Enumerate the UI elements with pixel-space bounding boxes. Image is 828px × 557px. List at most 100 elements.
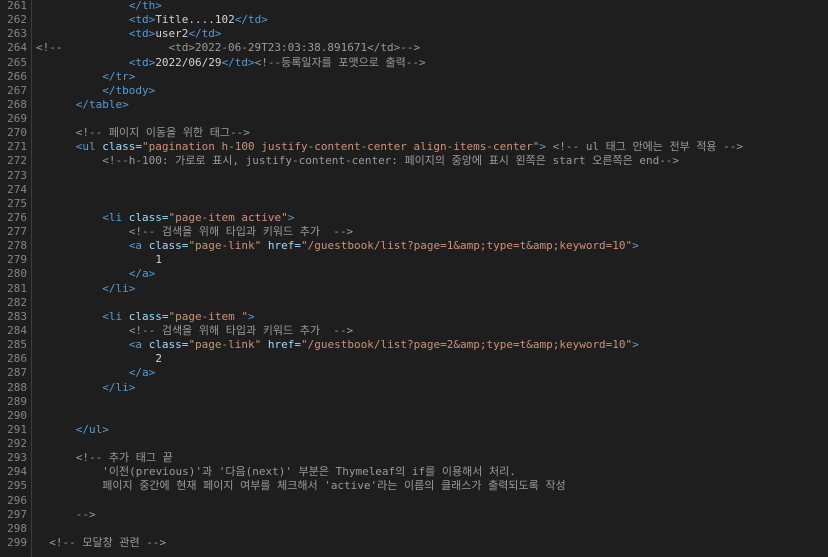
line-number: 272 [7, 154, 27, 168]
code-line[interactable]: 287 </a> [0, 366, 828, 380]
code-line[interactable]: 290 [0, 409, 828, 423]
code-line[interactable]: 299 <!-- 모달창 관련 --> [0, 536, 828, 550]
line-number: 281 [7, 281, 27, 295]
code-text: <li class="page-item "> [102, 310, 254, 324]
code-token: <li [102, 210, 129, 224]
code-token: <!-- 페이지 이동을 위한 태그--> [75, 126, 250, 140]
code-line[interactable]: 277 <!-- 검색을 위해 타입과 키워드 추가 --> [0, 225, 828, 239]
line-number: 267 [7, 83, 27, 97]
code-line[interactable]: 276 <li class="page-item active"> [0, 211, 828, 225]
code-line[interactable]: 274 [0, 183, 828, 197]
code-line[interactable]: 291 </ul> [0, 423, 828, 437]
code-token: </li> [102, 281, 136, 295]
code-line[interactable]: 284 <!-- 검색을 위해 타입과 키워드 추가 --> [0, 324, 828, 338]
code-token: class= [128, 309, 169, 323]
code-text: <ul class="pagination h-100 justify-cont… [76, 140, 743, 154]
code-text: </a> [129, 267, 156, 281]
code-token: "page-item " [168, 309, 249, 323]
line-number: 299 [7, 535, 27, 549]
line-number: 279 [7, 253, 27, 267]
code-line[interactable]: 281 </li> [0, 282, 828, 296]
code-text: <a class="page-link" href="/guestbook/li… [129, 239, 639, 253]
code-token: </tbody> [102, 83, 156, 97]
code-token: 2022/06/29 [155, 55, 222, 69]
code-line[interactable]: 294 '이전(previous)'과 '다음(next)' 부분은 Thymel… [0, 465, 828, 479]
code-token: class= [148, 338, 189, 352]
code-line[interactable]: 293 <!-- 추가 태그 끝 [0, 451, 828, 465]
code-line[interactable]: 264 <!-- <td>2022-06-29T23:03:38.891671</… [0, 41, 828, 55]
code-text: <!-- 검색을 위해 타입과 키워드 추가 --> [129, 225, 353, 239]
code-token: <a [128, 338, 149, 352]
line-number: 286 [7, 352, 27, 366]
line-number: 264 [7, 41, 27, 55]
code-token: </td> [188, 27, 222, 41]
line-number: 269 [7, 112, 27, 126]
code-token: --> [75, 507, 96, 521]
line-number: 293 [7, 451, 27, 465]
code-text: <!-- <td>2022-06-29T23:03:38.891671</td>… [36, 41, 420, 55]
code-line[interactable]: 261 </th> [0, 0, 828, 13]
code-line[interactable]: 268 </table> [0, 98, 828, 112]
line-number: 278 [7, 239, 27, 253]
code-line[interactable]: 262 <td>Title....102</td> [0, 13, 828, 27]
line-number: 287 [7, 366, 27, 380]
line-number: 284 [7, 323, 27, 337]
code-line[interactable]: 288 </li> [0, 381, 828, 395]
code-token: <!-- 검색을 위해 타입과 키워드 추가 --> [128, 323, 354, 337]
code-line[interactable]: 263 <td>user2</td> [0, 27, 828, 41]
code-line[interactable]: 282 [0, 296, 828, 310]
code-line[interactable]: 272 <!--h-100: 가로로 표시, justify-content-ce… [0, 154, 828, 168]
code-line[interactable]: 283 <li class="page-item "> [0, 310, 828, 324]
code-line[interactable]: 292 [0, 437, 828, 451]
code-line[interactable]: 267 </tbody> [0, 84, 828, 98]
code-line[interactable]: 279 1 [0, 253, 828, 267]
code-text: <!-- 페이지 이동을 위한 태그--> [76, 126, 250, 140]
line-number: 274 [7, 182, 27, 196]
code-token: <ul [75, 140, 103, 154]
code-token: <!--등록일자를 포맷으로 출력--> [254, 55, 426, 69]
code-line[interactable]: 273 [0, 169, 828, 183]
line-number: 262 [7, 13, 27, 27]
line-number: 292 [7, 437, 27, 451]
code-line[interactable]: 271 <ul class="pagination h-100 justify-c… [0, 140, 828, 154]
code-line[interactable]: 275 [0, 197, 828, 211]
code-text: 1 [155, 253, 162, 267]
code-token: user2 [155, 27, 189, 41]
code-line[interactable]: 280 </a> [0, 267, 828, 281]
code-text: <li class="page-item active"> [102, 211, 294, 225]
line-number: 283 [7, 309, 27, 323]
code-token: <a [128, 239, 149, 253]
code-token: <!--h-100: 가로로 표시, justify-content-cente… [102, 154, 680, 168]
code-line[interactable]: 278 <a class="page-link" href="/guestbook… [0, 239, 828, 253]
code-line[interactable]: 269 [0, 112, 828, 126]
code-line[interactable]: 285 <a class="page-link" href="/guestbook… [0, 338, 828, 352]
code-token: </td> [234, 13, 268, 27]
code-text: </tr> [102, 70, 135, 84]
code-line[interactable]: 295 페이지 중간에 현재 페이지 여부를 체크해서 'active'라는 이름… [0, 479, 828, 493]
code-line[interactable]: 296 [0, 494, 828, 508]
code-text: 페이지 중간에 현재 페이지 여부를 체크해서 'active'라는 이름의 클… [102, 479, 565, 493]
code-editor[interactable]: 261 </th> 262 <td>Title....102</td> 263 <td>u… [0, 0, 828, 557]
code-line[interactable]: 286 2 [0, 352, 828, 366]
code-line[interactable]: 270 <!-- 페이지 이동을 위한 태그--> [0, 126, 828, 140]
code-text: <td>Title....102</td> [129, 13, 268, 27]
code-line[interactable]: 297 --> [0, 508, 828, 522]
code-token: <!-- 추가 태그 끝 [75, 451, 173, 465]
line-number: 289 [7, 394, 27, 408]
code-text: </a> [129, 366, 156, 380]
code-token: <!-- <td>2022-06-29T23:03:38.891671</td>… [36, 41, 421, 55]
code-line[interactable]: 298 [0, 522, 828, 536]
code-token: <li [102, 309, 129, 323]
code-text: 2 [155, 352, 162, 366]
code-line[interactable]: 265 <td>2022/06/29</td><!--등록일자를 포맷으로 출력-… [0, 56, 828, 70]
code-text: <a class="page-link" href="/guestbook/li… [129, 338, 639, 352]
code-line[interactable]: 289 [0, 395, 828, 409]
code-token: "/guestbook/list?page=2&amp;type=t&amp;k… [301, 338, 633, 352]
code-text: <!-- 모달창 관련 --> [49, 536, 166, 550]
line-number: 298 [7, 521, 27, 535]
code-line[interactable]: 266 </tr> [0, 70, 828, 84]
line-number: 268 [7, 97, 27, 111]
code-token: <td> [128, 13, 156, 27]
